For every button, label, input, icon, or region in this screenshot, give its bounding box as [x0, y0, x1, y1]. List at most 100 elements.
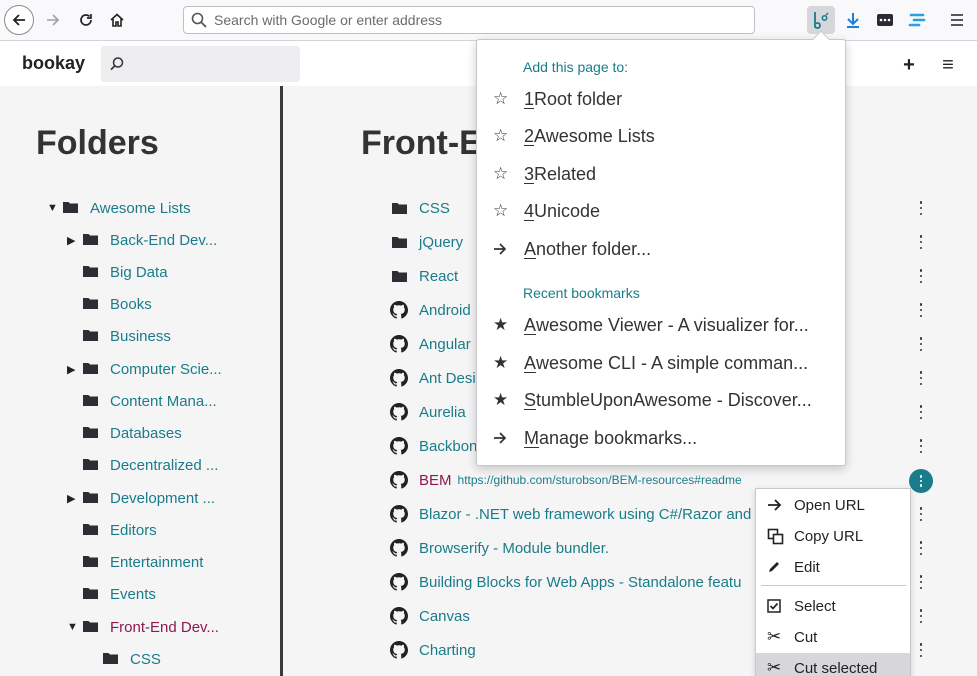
- ctx-open-url[interactable]: Open URL: [756, 490, 910, 520]
- folder-tree-item[interactable]: Decentralized ...: [67, 454, 218, 476]
- folder-tree-item[interactable]: Databases: [67, 422, 182, 444]
- folder-tree-item[interactable]: Content Mana...: [67, 390, 217, 412]
- github-icon: [390, 471, 408, 489]
- stack-icon: [908, 13, 926, 27]
- item-menu-button[interactable]: [919, 303, 923, 317]
- folder-tree-item[interactable]: Editors: [67, 519, 157, 541]
- pencil-icon: [756, 560, 794, 574]
- add-to-folder-1[interactable]: ☆ 1 Root folder: [493, 87, 833, 111]
- ctx-cut[interactable]: ✂ Cut: [756, 622, 910, 652]
- folder-icon: [83, 586, 98, 603]
- github-icon: [390, 437, 408, 455]
- folder-label: Root folder: [534, 88, 623, 109]
- scissors-icon: ✂: [767, 658, 782, 676]
- ctx-select[interactable]: Select: [756, 591, 910, 621]
- folder-tree-item[interactable]: ▶ Development ...: [67, 487, 215, 509]
- item-menu-button[interactable]: [919, 507, 923, 521]
- collapse-arrow-icon[interactable]: ▼: [47, 202, 63, 214]
- app-search-input[interactable]: [131, 54, 291, 74]
- search-icon: [190, 11, 208, 34]
- expand-arrow-icon[interactable]: ▶: [67, 363, 83, 376]
- ctx-edit[interactable]: Edit: [756, 552, 910, 582]
- folder-tree-item[interactable]: Entertainment: [67, 551, 203, 573]
- back-button[interactable]: [4, 5, 34, 35]
- forward-button[interactable]: [38, 5, 68, 35]
- reload-button[interactable]: [71, 5, 101, 35]
- folder-icon: [83, 490, 98, 507]
- folder-tree-item[interactable]: ▶ Back-End Dev...: [67, 229, 217, 251]
- password-manager-button[interactable]: [871, 6, 899, 34]
- checkbox-icon: [756, 599, 794, 613]
- folder-label: Events: [110, 585, 156, 603]
- folder-icon: [83, 328, 98, 345]
- folder-tree-item[interactable]: CSS: [87, 648, 161, 670]
- browser-menu-button[interactable]: [943, 6, 971, 34]
- panel-divider[interactable]: [280, 86, 283, 676]
- star-filled-icon: ★: [493, 315, 509, 334]
- folder-tree-item[interactable]: Business: [67, 325, 171, 347]
- folder-icon: [83, 554, 98, 571]
- item-label: Ant Desi: [419, 369, 476, 387]
- add-to-folder-3[interactable]: ☆ 3 Related: [493, 162, 833, 186]
- address-input[interactable]: [214, 10, 734, 30]
- item-menu-button[interactable]: [919, 609, 923, 623]
- reload-icon: [80, 14, 92, 26]
- app-search-box[interactable]: [101, 46, 300, 82]
- item-menu-button[interactable]: [919, 269, 923, 283]
- folder-label: Books: [110, 295, 152, 313]
- arrow-left-icon: [12, 14, 25, 26]
- item-url[interactable]: https://github.com/sturobson/BEM-resourc…: [458, 473, 742, 487]
- address-bar[interactable]: [183, 6, 755, 34]
- folder-tree-item[interactable]: Books: [67, 293, 152, 315]
- folder-icon: [63, 200, 78, 217]
- item-menu-button[interactable]: [919, 541, 923, 555]
- app-menu-button[interactable]: ≡: [937, 54, 959, 76]
- item-menu-button[interactable]: [919, 575, 923, 589]
- item-label: React: [419, 267, 459, 285]
- item-menu-button[interactable]: [919, 405, 923, 419]
- folder-tree-item[interactable]: ▶ Computer Scie...: [67, 358, 222, 380]
- item-menu-button[interactable]: [919, 371, 923, 385]
- folder-tree-item[interactable]: Big Data: [67, 261, 168, 283]
- shortcut-number: 3: [524, 163, 535, 184]
- item-label: wesome Viewer - A visualizer for...: [536, 314, 809, 335]
- expand-arrow-icon[interactable]: ▶: [67, 492, 83, 505]
- recent-bookmark-3[interactable]: ★ StumbleUponAwesome - Discover...: [493, 388, 833, 412]
- tab-manager-button[interactable]: [903, 6, 931, 34]
- expand-arrow-icon[interactable]: ▶: [67, 234, 83, 247]
- arrow-right-icon: [756, 498, 794, 512]
- item-menu-button[interactable]: [919, 235, 923, 249]
- item-label: nother folder...: [536, 238, 652, 259]
- manage-bookmarks-item[interactable]: Manage bookmarks...: [493, 426, 833, 450]
- folder-label: Databases: [110, 424, 182, 442]
- add-to-folder-2[interactable]: ☆ 2 Awesome Lists: [493, 124, 833, 148]
- plus-icon: +: [903, 53, 915, 76]
- item-menu-button[interactable]: [919, 201, 923, 215]
- access-key: S: [524, 389, 537, 410]
- add-to-folder-4[interactable]: ☆ 4 Unicode: [493, 199, 833, 223]
- ctx-copy-url[interactable]: Copy URL: [756, 521, 910, 551]
- home-button[interactable]: [102, 5, 132, 35]
- folder-icon: [83, 457, 98, 474]
- another-folder-item[interactable]: Another folder...: [493, 237, 833, 261]
- recent-bookmark-2[interactable]: ★ Awesome CLI - A simple comman...: [493, 351, 833, 375]
- item-menu-button-active[interactable]: [909, 469, 933, 493]
- collapse-arrow-icon[interactable]: ▼: [67, 621, 83, 633]
- recent-bookmark-1[interactable]: ★ Awesome Viewer - A visualizer for...: [493, 313, 833, 337]
- recent-heading: Recent bookmarks: [523, 285, 640, 301]
- folder-icon: [83, 232, 98, 249]
- folder-label: Awesome Lists: [90, 199, 191, 217]
- item-label: jQuery: [419, 233, 464, 251]
- downloads-button[interactable]: [839, 6, 867, 34]
- ctx-cut-selected[interactable]: ✂ Cut selected: [756, 653, 910, 676]
- item-menu-button[interactable]: [919, 337, 923, 351]
- item-menu-button[interactable]: [919, 643, 923, 657]
- item-menu-button[interactable]: [919, 439, 923, 453]
- github-icon: [390, 369, 408, 387]
- add-button[interactable]: +: [898, 54, 920, 76]
- folder-tree-item[interactable]: ▼ Front-End Dev...: [67, 616, 219, 638]
- arrow-right-icon: [493, 243, 524, 255]
- item-label: Browserify - Module bundler.: [419, 539, 610, 557]
- folder-tree-item[interactable]: ▼ Awesome Lists: [47, 197, 191, 219]
- folder-tree-item[interactable]: Events: [67, 583, 156, 605]
